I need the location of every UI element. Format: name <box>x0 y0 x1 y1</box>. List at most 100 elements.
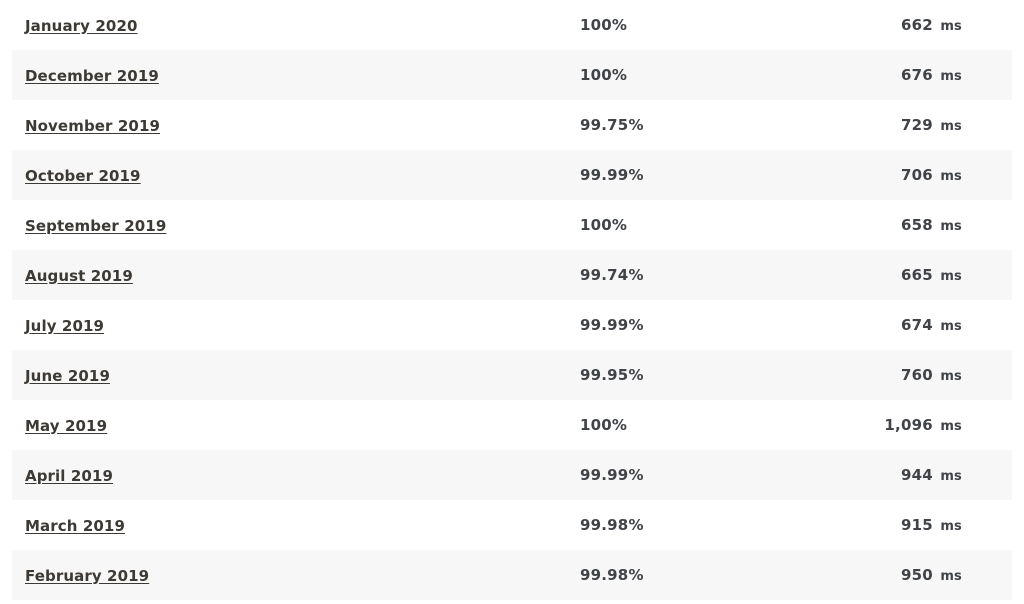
month-cell: November 2019 <box>0 100 560 150</box>
response-time-value: 706 ms <box>800 166 1024 184</box>
response-time-cell: 662 ms <box>800 0 1024 50</box>
uptime-percentage: 99.74% <box>580 266 644 284</box>
response-time-number: 676 <box>900 66 933 84</box>
uptime-history-table-body: January 2020 100% 662 ms December 2019 100% 6… <box>0 0 1024 600</box>
table-row: March 2019 99.98% 915 ms <box>0 500 1024 550</box>
table-row: August 2019 99.74% 665 ms <box>0 250 1024 300</box>
response-time-number: 658 <box>900 216 933 234</box>
uptime-cell: 99.75% <box>560 100 800 150</box>
uptime-cell: 99.99% <box>560 300 800 350</box>
uptime-cell: 99.74% <box>560 250 800 300</box>
table-row: May 2019 100% 1,096 ms <box>0 400 1024 450</box>
response-time-value: 729 ms <box>800 116 1024 134</box>
month-report-link[interactable]: January 2020 <box>25 17 138 35</box>
month-cell: January 2020 <box>0 0 560 50</box>
response-time-number: 662 <box>900 16 933 34</box>
uptime-cell: 100% <box>560 0 800 50</box>
response-time-number: 950 <box>900 566 933 584</box>
month-report-link[interactable]: December 2019 <box>25 67 159 85</box>
uptime-cell: 100% <box>560 50 800 100</box>
month-cell: December 2019 <box>0 50 560 100</box>
uptime-percentage: 99.98% <box>580 566 644 584</box>
response-time-number: 729 <box>900 116 933 134</box>
uptime-cell: 99.98% <box>560 500 800 550</box>
month-report-link[interactable]: October 2019 <box>25 167 141 185</box>
uptime-history-table: January 2020 100% 662 ms December 2019 100% 6… <box>0 0 1024 600</box>
table-row: December 2019 100% 676 ms <box>0 50 1024 100</box>
response-time-value: 1,096 ms <box>800 416 1024 434</box>
response-time-number: 944 <box>900 466 933 484</box>
response-time-cell: 1,096 ms <box>800 400 1024 450</box>
response-time-cell: 665 ms <box>800 250 1024 300</box>
uptime-percentage: 99.99% <box>580 166 644 184</box>
response-time-cell: 706 ms <box>800 150 1024 200</box>
uptime-cell: 99.99% <box>560 450 800 500</box>
response-time-number: 760 <box>900 366 933 384</box>
table-row: November 2019 99.75% 729 ms <box>0 100 1024 150</box>
response-time-unit: ms <box>940 269 962 284</box>
uptime-cell: 100% <box>560 200 800 250</box>
response-time-value: 676 ms <box>800 66 1024 84</box>
uptime-percentage: 99.99% <box>580 316 644 334</box>
table-row: July 2019 99.99% 674 ms <box>0 300 1024 350</box>
month-cell: August 2019 <box>0 250 560 300</box>
response-time-value: 665 ms <box>800 266 1024 284</box>
response-time-unit: ms <box>940 369 962 384</box>
response-time-unit: ms <box>940 519 962 534</box>
month-report-link[interactable]: July 2019 <box>25 317 104 335</box>
response-time-number: 1,096 <box>884 416 933 434</box>
month-report-link[interactable]: May 2019 <box>25 417 107 435</box>
month-cell: February 2019 <box>0 550 560 600</box>
response-time-cell: 950 ms <box>800 550 1024 600</box>
response-time-value: 944 ms <box>800 466 1024 484</box>
response-time-number: 674 <box>900 316 933 334</box>
uptime-cell: 99.98% <box>560 550 800 600</box>
response-time-unit: ms <box>940 69 962 84</box>
uptime-percentage: 100% <box>580 66 628 84</box>
uptime-cell: 99.99% <box>560 150 800 200</box>
month-report-link[interactable]: November 2019 <box>25 117 160 135</box>
month-report-link[interactable]: August 2019 <box>25 267 133 285</box>
uptime-cell: 100% <box>560 400 800 450</box>
uptime-percentage: 99.75% <box>580 116 644 134</box>
response-time-unit: ms <box>940 119 962 134</box>
uptime-cell: 99.95% <box>560 350 800 400</box>
response-time-unit: ms <box>940 469 962 484</box>
response-time-number: 706 <box>900 166 933 184</box>
month-report-link[interactable]: June 2019 <box>25 367 110 385</box>
table-row: June 2019 99.95% 760 ms <box>0 350 1024 400</box>
response-time-cell: 760 ms <box>800 350 1024 400</box>
uptime-percentage: 99.99% <box>580 466 644 484</box>
response-time-cell: 944 ms <box>800 450 1024 500</box>
month-cell: May 2019 <box>0 400 560 450</box>
table-row: January 2020 100% 662 ms <box>0 0 1024 50</box>
table-row: September 2019 100% 658 ms <box>0 200 1024 250</box>
response-time-number: 915 <box>900 516 933 534</box>
table-row: February 2019 99.98% 950 ms <box>0 550 1024 600</box>
response-time-value: 950 ms <box>800 566 1024 584</box>
uptime-percentage: 100% <box>580 16 628 34</box>
response-time-value: 662 ms <box>800 16 1024 34</box>
month-report-link[interactable]: April 2019 <box>25 467 113 485</box>
response-time-cell: 729 ms <box>800 100 1024 150</box>
response-time-cell: 676 ms <box>800 50 1024 100</box>
response-time-value: 658 ms <box>800 216 1024 234</box>
table-row: April 2019 99.99% 944 ms <box>0 450 1024 500</box>
month-report-link[interactable]: February 2019 <box>25 567 149 585</box>
response-time-cell: 674 ms <box>800 300 1024 350</box>
uptime-percentage: 99.98% <box>580 516 644 534</box>
response-time-cell: 658 ms <box>800 200 1024 250</box>
month-report-link[interactable]: March 2019 <box>25 517 125 535</box>
response-time-unit: ms <box>940 419 962 434</box>
uptime-percentage: 100% <box>580 216 628 234</box>
month-cell: July 2019 <box>0 300 560 350</box>
uptime-percentage: 99.95% <box>580 366 644 384</box>
response-time-unit: ms <box>940 569 962 584</box>
response-time-value: 760 ms <box>800 366 1024 384</box>
month-cell: April 2019 <box>0 450 560 500</box>
response-time-unit: ms <box>940 219 962 234</box>
response-time-value: 674 ms <box>800 316 1024 334</box>
month-report-link[interactable]: September 2019 <box>25 217 166 235</box>
month-cell: September 2019 <box>0 200 560 250</box>
uptime-percentage: 100% <box>580 416 628 434</box>
